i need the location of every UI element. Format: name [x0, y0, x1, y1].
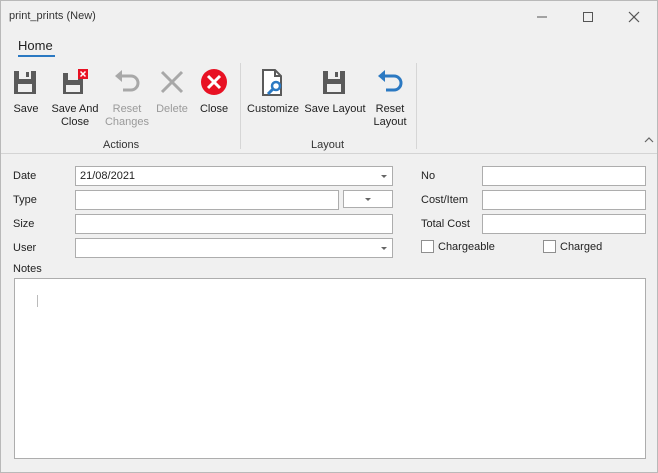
group-separator — [240, 63, 241, 149]
total-cost-label: Total Cost — [421, 218, 470, 230]
type-dropdown-button[interactable] — [343, 190, 393, 208]
reset-changes-button[interactable]: Reset Changes — [103, 67, 151, 129]
no-field[interactable] — [482, 166, 646, 186]
close-window-button[interactable] — [611, 1, 657, 33]
chargeable-checkbox[interactable] — [421, 240, 434, 253]
charged-checkbox[interactable] — [543, 240, 556, 253]
reset-layout-label-2: Layout — [373, 116, 407, 128]
save-layout-label: Save Layout — [304, 103, 366, 115]
total-cost-field[interactable] — [482, 214, 646, 234]
cost-item-label: Cost/Item — [421, 194, 469, 206]
reset-layout-button[interactable]: Reset Layout — [371, 67, 409, 129]
close-icon — [628, 11, 640, 23]
tab-home[interactable]: Home — [18, 38, 53, 53]
charged-label: Charged — [560, 241, 603, 253]
cost-item-field[interactable] — [482, 190, 646, 210]
group-separator — [416, 63, 417, 149]
save-and-close-label-1: Save And — [51, 103, 99, 115]
minimize-icon — [537, 16, 547, 18]
size-field[interactable] — [75, 214, 393, 234]
minimize-button[interactable] — [519, 1, 565, 33]
customize-button[interactable]: Customize — [247, 67, 299, 116]
save-and-close-button[interactable]: Save And Close — [49, 67, 101, 129]
customize-label: Customize — [247, 103, 299, 115]
close-circle-icon — [201, 69, 227, 95]
chevron-down-icon[interactable] — [378, 243, 390, 253]
chevron-down-icon[interactable] — [378, 171, 390, 181]
save-icon — [14, 71, 36, 94]
maximize-icon — [583, 12, 593, 22]
reset-layout-label-1: Reset — [375, 103, 405, 115]
group-label-actions: Actions — [103, 139, 140, 151]
reset-changes-label-1: Reset — [112, 103, 142, 115]
active-tab-indicator — [18, 55, 55, 57]
close-label: Close — [199, 103, 229, 115]
app-window: print_prints (New) Home Save Save And Cl… — [0, 0, 658, 473]
delete-button[interactable]: Delete — [153, 67, 191, 116]
maximize-button[interactable] — [565, 1, 611, 33]
type-field[interactable] — [75, 190, 339, 210]
collapse-ribbon-icon[interactable] — [644, 136, 654, 144]
title-bar: print_prints (New) — [1, 1, 657, 33]
user-field[interactable] — [75, 238, 393, 258]
save-layout-button[interactable]: Save Layout — [303, 67, 367, 116]
chargeable-label: Chargeable — [438, 241, 495, 253]
save-label: Save — [13, 103, 39, 115]
chevron-down-icon — [365, 198, 371, 201]
save-button[interactable]: Save — [9, 67, 43, 116]
notes-textarea[interactable] — [14, 278, 646, 459]
size-label: Size — [13, 218, 35, 230]
date-label: Date — [13, 170, 37, 182]
save-and-close-icon — [63, 69, 88, 94]
group-label-layout: Layout — [311, 139, 345, 151]
notes-label: Notes — [13, 263, 42, 275]
save-and-close-label-2: Close — [60, 116, 90, 128]
text-cursor — [37, 295, 38, 307]
undo-icon — [115, 70, 140, 92]
close-button[interactable]: Close — [196, 67, 232, 116]
type-label: Type — [13, 194, 37, 206]
no-label: No — [421, 170, 436, 182]
date-value: 21/08/2021 — [80, 170, 136, 182]
customize-icon — [262, 69, 282, 96]
user-label: User — [13, 242, 37, 254]
reset-layout-icon — [378, 70, 403, 92]
save-layout-icon — [323, 71, 345, 94]
delete-icon — [160, 70, 184, 94]
date-field[interactable]: 21/08/2021 — [75, 166, 393, 186]
reset-changes-label-2: Changes — [104, 116, 150, 128]
window-title: print_prints (New) — [9, 10, 96, 22]
delete-label: Delete — [156, 103, 188, 115]
